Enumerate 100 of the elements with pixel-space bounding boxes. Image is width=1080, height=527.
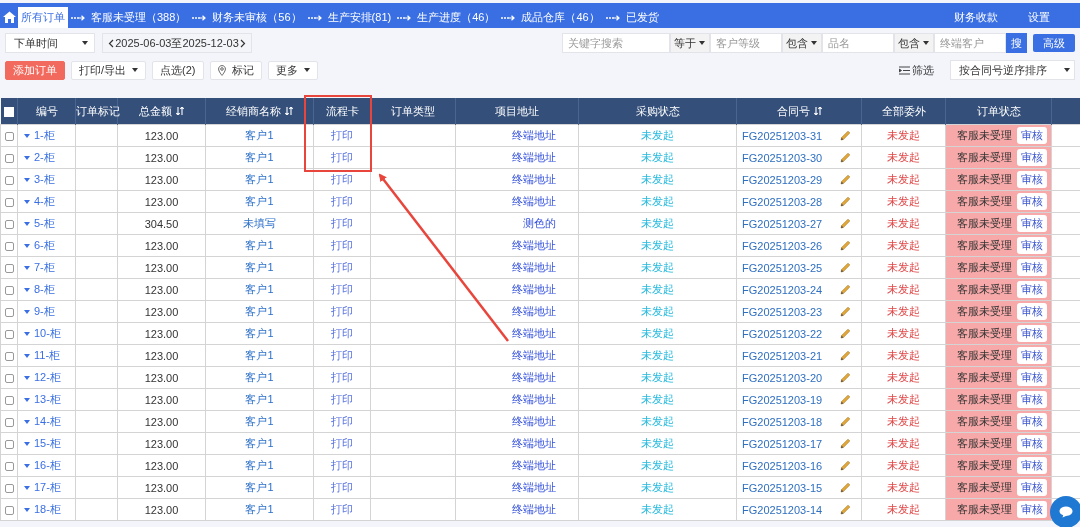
- pencil-icon[interactable]: [840, 416, 851, 427]
- chevron-right-icon[interactable]: [240, 38, 246, 48]
- row-checkbox[interactable]: [4, 352, 14, 362]
- caret-icon[interactable]: [24, 463, 30, 468]
- dealer-link[interactable]: 客户1: [245, 371, 274, 383]
- pencil-icon[interactable]: [840, 130, 851, 141]
- nav-tab[interactable]: 生产安排(81): [324, 7, 395, 28]
- dealer-link[interactable]: 客户1: [245, 459, 274, 471]
- print-link[interactable]: 打印: [331, 305, 353, 317]
- filter-icon[interactable]: [899, 65, 910, 75]
- row-checkbox[interactable]: [4, 462, 14, 472]
- pencil-icon[interactable]: [840, 328, 851, 339]
- review-button[interactable]: 审核: [1017, 501, 1047, 518]
- row-checkbox[interactable]: [4, 154, 14, 164]
- print-link[interactable]: 打印: [331, 151, 353, 163]
- pencil-icon[interactable]: [840, 350, 851, 361]
- sort-select[interactable]: 按合同号逆序排序: [950, 60, 1075, 80]
- dealer-link[interactable]: 客户1: [245, 327, 274, 339]
- print-link[interactable]: 打印: [331, 239, 353, 251]
- address-link[interactable]: 终端地址: [512, 481, 556, 493]
- review-button[interactable]: 审核: [1017, 303, 1047, 320]
- print-link[interactable]: 打印: [331, 371, 353, 383]
- pencil-icon[interactable]: [840, 218, 851, 229]
- dealer-link[interactable]: 客户1: [245, 305, 274, 317]
- pencil-icon[interactable]: [840, 504, 851, 515]
- print-link[interactable]: 打印: [331, 437, 353, 449]
- caret-icon[interactable]: [24, 221, 30, 226]
- caret-icon[interactable]: [24, 353, 30, 358]
- toolbar-button[interactable]: 点选(2): [152, 60, 204, 80]
- pencil-icon[interactable]: [840, 240, 851, 251]
- address-link[interactable]: 终端地址: [512, 239, 556, 251]
- address-link[interactable]: 终端地址: [512, 393, 556, 405]
- review-button[interactable]: 审核: [1017, 171, 1047, 188]
- pencil-icon[interactable]: [840, 482, 851, 493]
- address-link[interactable]: 终端地址: [512, 503, 556, 515]
- caret-icon[interactable]: [24, 133, 30, 138]
- caret-icon[interactable]: [24, 199, 30, 204]
- caret-icon[interactable]: [24, 507, 30, 512]
- review-button[interactable]: 审核: [1017, 259, 1047, 276]
- caret-icon[interactable]: [24, 397, 30, 402]
- dealer-link[interactable]: 客户1: [245, 283, 274, 295]
- row-checkbox[interactable]: [4, 440, 14, 450]
- review-button[interactable]: 审核: [1017, 215, 1047, 232]
- row-checkbox[interactable]: [4, 308, 14, 318]
- review-button[interactable]: 审核: [1017, 325, 1047, 342]
- caret-icon[interactable]: [24, 309, 30, 314]
- caret-icon[interactable]: [24, 419, 30, 424]
- review-button[interactable]: 审核: [1017, 149, 1047, 166]
- address-link[interactable]: 终端地址: [512, 129, 556, 141]
- select-all-checkbox[interactable]: [3, 107, 14, 118]
- keyword-search-field[interactable]: 关键字搜索: [562, 33, 670, 53]
- review-button[interactable]: 审核: [1017, 457, 1047, 474]
- row-checkbox[interactable]: [4, 176, 14, 186]
- date-range-picker[interactable]: 2025-06-03至2025-12-03: [102, 33, 252, 53]
- pencil-icon[interactable]: [840, 438, 851, 449]
- chevron-left-icon[interactable]: [108, 38, 114, 48]
- print-link[interactable]: 打印: [331, 327, 353, 339]
- print-link[interactable]: 打印: [331, 349, 353, 361]
- nav-tab[interactable]: 所有订单: [18, 7, 68, 28]
- print-link[interactable]: 打印: [331, 459, 353, 471]
- nav-tab[interactable]: 生产进度（46）: [414, 7, 499, 28]
- address-link[interactable]: 终端地址: [512, 349, 556, 361]
- pencil-icon[interactable]: [840, 196, 851, 207]
- row-checkbox[interactable]: [4, 264, 14, 274]
- address-link[interactable]: 终端地址: [512, 305, 556, 317]
- address-link[interactable]: 终端地址: [512, 173, 556, 185]
- address-link[interactable]: 终端地址: [512, 195, 556, 207]
- operator-select[interactable]: 等于: [670, 33, 710, 53]
- row-checkbox[interactable]: [4, 132, 14, 142]
- dealer-link[interactable]: 客户1: [245, 349, 274, 361]
- print-link[interactable]: 打印: [331, 195, 353, 207]
- toolbar-button[interactable]: 打印/导出: [71, 60, 147, 80]
- caret-icon[interactable]: [24, 331, 30, 336]
- pencil-icon[interactable]: [840, 174, 851, 185]
- row-checkbox[interactable]: [4, 242, 14, 252]
- pencil-icon[interactable]: [840, 460, 851, 471]
- address-link[interactable]: 终端地址: [512, 459, 556, 471]
- address-link[interactable]: 终端地址: [512, 261, 556, 273]
- dealer-link[interactable]: 客户1: [245, 239, 274, 251]
- address-link[interactable]: 测色的: [523, 217, 556, 229]
- toolbar-button[interactable]: 标记: [209, 60, 262, 80]
- address-link[interactable]: 终端地址: [512, 415, 556, 427]
- address-link[interactable]: 终端地址: [512, 371, 556, 383]
- dealer-link[interactable]: 客户1: [245, 415, 274, 427]
- caret-icon[interactable]: [24, 485, 30, 490]
- operator-select[interactable]: 包含: [894, 33, 934, 53]
- print-link[interactable]: 打印: [331, 283, 353, 295]
- review-button[interactable]: 审核: [1017, 413, 1047, 430]
- nav-link[interactable]: 设置: [1028, 7, 1050, 28]
- pencil-icon[interactable]: [840, 372, 851, 383]
- review-button[interactable]: 审核: [1017, 435, 1047, 452]
- dealer-link[interactable]: 客户1: [245, 173, 274, 185]
- pencil-icon[interactable]: [840, 284, 851, 295]
- search-button[interactable]: 搜: [1006, 33, 1027, 53]
- print-link[interactable]: 打印: [331, 415, 353, 427]
- caret-icon[interactable]: [24, 177, 30, 182]
- filter-label[interactable]: 筛选: [912, 62, 934, 78]
- dealer-link[interactable]: 客户1: [245, 261, 274, 273]
- address-link[interactable]: 终端地址: [512, 437, 556, 449]
- pencil-icon[interactable]: [840, 394, 851, 405]
